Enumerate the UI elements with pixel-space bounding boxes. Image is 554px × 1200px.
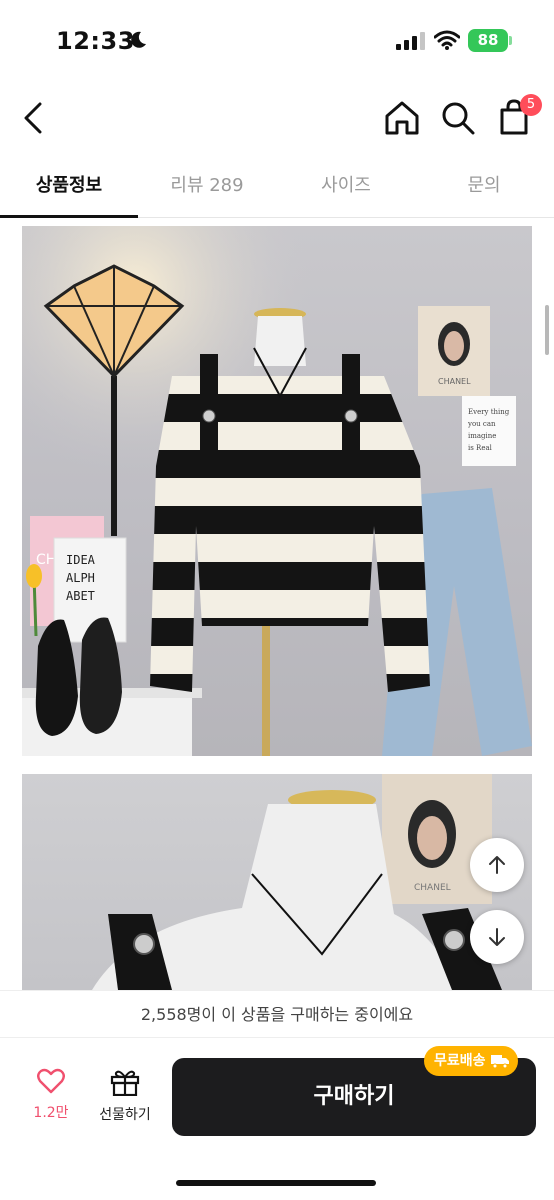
product-photo-2: CHANEL — [22, 774, 532, 990]
battery-tip — [509, 36, 512, 45]
scrollbar[interactable] — [545, 305, 549, 355]
tab-bar: 상품정보 리뷰 289 사이즈 문의 — [0, 158, 554, 218]
gift-button[interactable]: 선물하기 — [90, 1068, 160, 1138]
home-icon — [385, 101, 419, 135]
idea-card-line-1: IDEA — [66, 553, 96, 567]
truck-icon — [490, 1055, 509, 1069]
gift-icon — [110, 1070, 140, 1097]
cart-count-badge: 5 — [520, 94, 542, 116]
note-line-2: you can — [467, 420, 496, 428]
search-button[interactable] — [438, 98, 478, 138]
signal-icon — [396, 32, 425, 50]
wifi-icon — [434, 30, 460, 50]
product-photo-2-illustration: CHANEL — [92, 774, 502, 990]
purchase-bar: 1.2만 선물하기 구매하기 무료배송 — [0, 1038, 554, 1200]
moon-icon — [131, 31, 146, 48]
arrow-up-icon — [489, 856, 505, 874]
idea-card-line-2: ALPH — [66, 571, 95, 585]
search-icon — [442, 102, 475, 135]
scroll-down-button[interactable] — [470, 910, 524, 964]
brand-card-2-text: CHANEL — [438, 377, 471, 386]
back-button[interactable] — [18, 96, 54, 140]
product-photo-1-illustration: CH IDEA ALPH ABET CHANEL Every thing you… — [22, 226, 532, 756]
tab-inquiry[interactable]: 문의 — [415, 158, 553, 218]
brand-card-text: CHANEL — [414, 883, 451, 893]
arrow-down-icon — [489, 928, 505, 946]
note-line-1: Every thing — [468, 408, 510, 416]
product-photo-1: CH IDEA ALPH ABET CHANEL Every thing you… — [22, 226, 532, 756]
idea-card-line-3: ABET — [66, 589, 95, 603]
status-time: 12:33 — [56, 27, 135, 55]
free-shipping-badge: 무료배송 — [424, 1046, 518, 1076]
battery-indicator: 88 — [468, 29, 508, 52]
free-shipping-label: 무료배송 — [434, 1053, 486, 1069]
tab-product-info[interactable]: 상품정보 — [0, 158, 138, 218]
brand-card-1-text: CH — [36, 552, 56, 568]
gift-label: 선물하기 — [99, 1107, 151, 1123]
tab-size[interactable]: 사이즈 — [277, 158, 415, 218]
note-line-3: imagine — [468, 432, 496, 440]
home-button[interactable] — [382, 98, 422, 138]
tab-reviews[interactable]: 리뷰 289 — [138, 158, 276, 218]
like-count: 1.2만 — [33, 1105, 69, 1121]
header-nav: 5 — [0, 88, 554, 152]
heart-icon — [37, 1068, 65, 1094]
like-button[interactable]: 1.2만 — [20, 1068, 82, 1138]
buyers-banner: 2,558명이 이 상품을 구매하는 중이에요 — [0, 990, 554, 1038]
scroll-to-top-button[interactable] — [470, 838, 524, 892]
home-indicator — [176, 1180, 376, 1186]
status-bar: 12:33 88 — [0, 0, 554, 80]
back-icon — [24, 102, 42, 134]
note-line-4: is Real — [468, 444, 493, 452]
